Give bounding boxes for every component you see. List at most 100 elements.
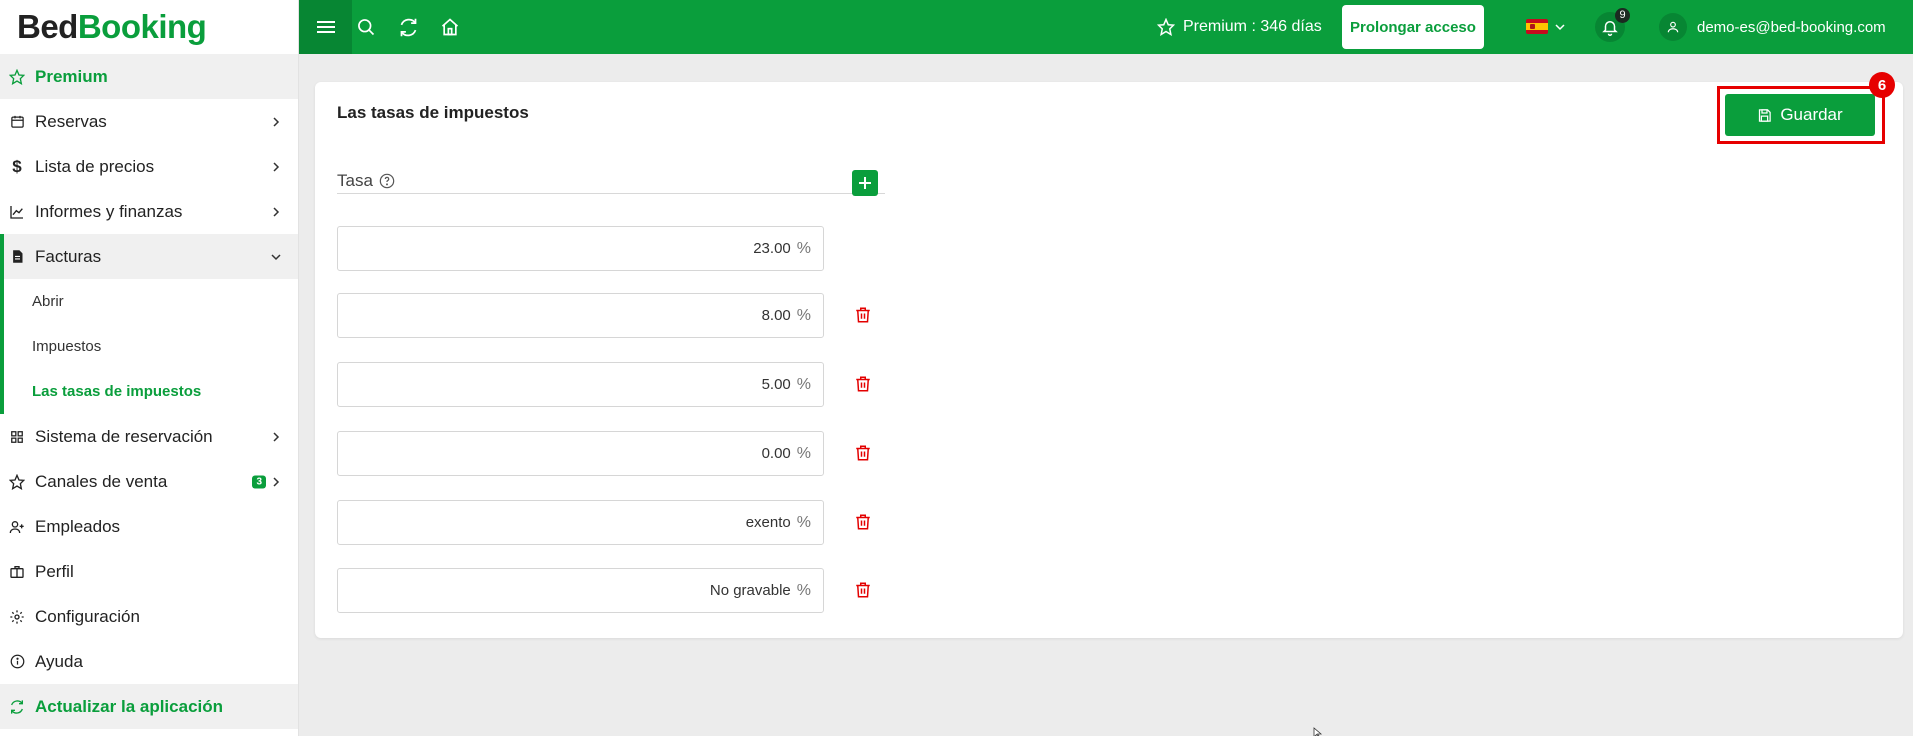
save-button-label: Guardar <box>1780 105 1843 124</box>
percent-symbol: % <box>796 513 811 531</box>
sidebar-item-label: Facturas <box>35 246 102 266</box>
logo-part-booking: Booking <box>77 8 207 45</box>
sidebar-item-lista-precios[interactable]: $ Lista de precios <box>0 144 298 189</box>
rate-value: 5.00 <box>761 376 791 393</box>
star-icon <box>9 68 25 85</box>
user-plus-icon <box>9 519 25 535</box>
tasa-column-header: Tasa <box>337 168 885 194</box>
delete-rate-button[interactable] <box>852 579 874 601</box>
sidebar-item-label: Informes y finanzas <box>35 201 183 221</box>
facturas-submenu: Abrir Impuestos Las tasas de impuestos <box>0 279 298 414</box>
dollar-icon: $ <box>12 156 22 176</box>
sidebar-item-canales-venta[interactable]: Canales de venta 3 <box>0 459 298 504</box>
home-icon <box>441 18 459 36</box>
rate-value: 0.00 <box>761 445 791 462</box>
calendar-icon <box>9 114 25 130</box>
save-button[interactable]: Guardar <box>1725 94 1875 136</box>
chevron-right-icon <box>273 161 280 172</box>
grid-icon <box>9 429 25 445</box>
chevron-right-icon <box>273 476 280 487</box>
star-outline-icon <box>9 473 25 490</box>
chevron-down-icon[interactable] <box>1554 21 1566 33</box>
notifications-button[interactable]: 9 <box>1595 8 1630 42</box>
delete-rate-button[interactable] <box>852 442 874 464</box>
trash-icon <box>856 307 870 323</box>
trash-icon <box>856 514 870 530</box>
sidebar-item-configuracion[interactable]: Configuración <box>0 594 298 639</box>
percent-symbol: % <box>796 581 811 599</box>
chart-line-icon <box>9 204 25 220</box>
menu-toggle-button[interactable] <box>299 0 352 54</box>
submenu-item-abrir[interactable]: Abrir <box>4 279 298 324</box>
home-button[interactable] <box>438 15 462 39</box>
sidebar-nav: Premium Reservas $ Lista de precios Info… <box>0 54 298 729</box>
percent-symbol: % <box>796 306 811 324</box>
search-button[interactable] <box>354 15 378 39</box>
spain-flag-icon[interactable] <box>1526 19 1548 34</box>
sidebar-item-sistema-reservacion[interactable]: Sistema de reservación <box>0 414 298 459</box>
refresh-icon <box>9 699 25 715</box>
chevron-down-icon <box>271 253 281 260</box>
premium-days-text: Premium : 346 días <box>1183 18 1322 35</box>
sidebar-item-label: Perfil <box>35 561 74 581</box>
rate-field[interactable]: 5.00% <box>337 362 824 407</box>
sidebar-item-actualizar[interactable]: Actualizar la aplicación <box>0 684 298 729</box>
star-icon <box>1157 18 1175 36</box>
info-icon <box>9 654 25 670</box>
invoice-icon <box>9 249 25 265</box>
trash-icon <box>856 376 870 392</box>
sidebar-item-label: Lista de precios <box>35 156 155 176</box>
sidebar-item-perfil[interactable]: Perfil <box>0 549 298 594</box>
prolong-access-button[interactable]: Prolongar acceso <box>1342 5 1484 49</box>
notification-count-badge: 9 <box>1615 8 1630 23</box>
search-icon <box>358 19 375 36</box>
sidebar-item-ayuda[interactable]: Ayuda <box>0 639 298 684</box>
percent-symbol: % <box>796 239 811 257</box>
rate-field[interactable]: exento% <box>337 500 824 545</box>
delete-rate-button[interactable] <box>852 304 874 326</box>
chevron-right-icon <box>273 116 280 127</box>
rate-field[interactable]: 23.00% <box>337 226 824 271</box>
logo[interactable]: Bed Booking <box>0 0 298 54</box>
submenu-item-impuestos[interactable]: Impuestos <box>4 324 298 369</box>
delete-rate-button[interactable] <box>852 373 874 395</box>
user-menu[interactable]: demo-es@bed-booking.com <box>1659 0 1886 54</box>
sidebar-item-label: Reservas <box>35 111 107 131</box>
sidebar-item-label: Empleados <box>35 516 121 536</box>
sidebar-item-label: Canales de venta <box>35 471 168 491</box>
trash-icon <box>856 582 870 598</box>
channels-count-badge: 3 <box>252 475 266 488</box>
submenu-item-tasas-impuestos[interactable]: Las tasas de impuestos <box>4 369 298 414</box>
rate-field[interactable]: 8.00% <box>337 293 824 338</box>
floppy-disk-icon <box>1759 108 1772 122</box>
rate-value: 8.00 <box>761 307 791 324</box>
refresh-icon <box>400 18 416 36</box>
sidebar-item-premium[interactable]: Premium <box>0 54 298 99</box>
sidebar-item-reservas[interactable]: Reservas <box>0 99 298 144</box>
chevron-right-icon <box>273 431 280 442</box>
mouse-cursor-icon <box>1313 727 1323 736</box>
rate-value: No gravable <box>709 582 791 599</box>
premium-status: Premium : 346 días <box>1157 0 1322 54</box>
avatar <box>1659 13 1687 41</box>
add-rate-button[interactable] <box>852 170 878 196</box>
tax-rates-card: Las tasas de impuestos Guardar 6 Tasa 23… <box>315 72 1903 638</box>
question-circle-icon[interactable] <box>379 173 395 189</box>
sidebar-item-informes[interactable]: Informes y finanzas <box>0 189 298 234</box>
chevron-right-icon <box>273 206 280 217</box>
page-title: Las tasas de impuestos <box>337 103 529 122</box>
sidebar-item-empleados[interactable]: Empleados <box>0 504 298 549</box>
percent-symbol: % <box>796 444 811 462</box>
rate-field[interactable]: 0.00% <box>337 431 824 476</box>
plus-icon <box>859 177 871 189</box>
trash-icon <box>856 445 870 461</box>
refresh-button[interactable] <box>396 15 420 39</box>
briefcase-icon <box>9 564 25 580</box>
delete-rate-button[interactable] <box>852 511 874 533</box>
tasa-label: Tasa <box>337 170 373 190</box>
rate-value: exento <box>745 514 791 531</box>
hamburger-icon <box>316 21 335 33</box>
rate-value: 23.00 <box>753 240 791 257</box>
rate-field[interactable]: No gravable% <box>337 568 824 613</box>
sidebar-item-facturas[interactable]: Facturas <box>0 234 298 279</box>
